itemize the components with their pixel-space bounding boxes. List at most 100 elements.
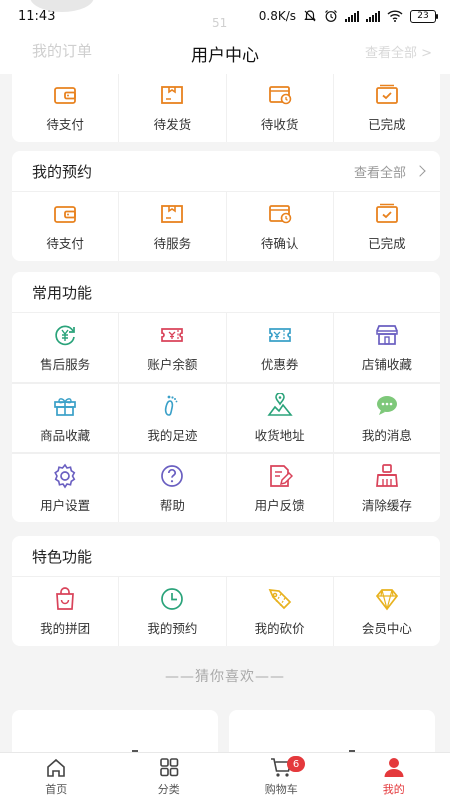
appointment-status-item-label: 待支付 xyxy=(46,236,84,251)
common-functions-title: 常用功能 xyxy=(32,283,93,302)
appointment-status-item[interactable]: 待支付 xyxy=(12,191,119,261)
common-function-item[interactable]: 我的足迹 xyxy=(118,383,226,452)
common-function-item[interactable]: 用户反馈 xyxy=(225,453,333,522)
featured-function-item-label: 我的预约 xyxy=(147,621,198,636)
common-function-item[interactable]: 用户设置 xyxy=(12,453,119,522)
featured-function-item[interactable]: 我的砍价 xyxy=(225,576,333,646)
orders-card: 待支付 待发货 待收货 已完成 xyxy=(12,72,440,142)
featured-function-item[interactable]: 我的预约 xyxy=(118,576,226,646)
appointments-card: 我的预约 查看全部 待支付 待服务 待确认 已完成 xyxy=(12,151,440,261)
completed-box-icon xyxy=(375,203,398,223)
order-status-item-label: 待收货 xyxy=(260,117,299,132)
order-status-item-label: 已完成 xyxy=(368,117,406,132)
coupon-icon xyxy=(268,328,291,342)
appointments-title: 我的预约 xyxy=(32,162,93,181)
bell-muted-icon xyxy=(304,10,316,22)
wallet-icon xyxy=(54,87,77,104)
gift-icon xyxy=(54,397,76,416)
page-title: 用户中心 xyxy=(191,45,259,66)
featured-functions-title: 特色功能 xyxy=(32,547,93,566)
group-bag-icon xyxy=(56,587,75,610)
tab-label: 分类 xyxy=(157,783,180,796)
common-function-item-label: 店铺收藏 xyxy=(361,357,412,372)
common-function-item-label: 收货地址 xyxy=(254,427,305,443)
common-function-item-label: 我的消息 xyxy=(361,427,412,443)
tab-label: 首页 xyxy=(45,783,68,796)
common-function-item[interactable]: 店铺收藏 xyxy=(332,312,440,382)
common-function-item[interactable]: 售后服务 xyxy=(12,312,119,382)
signal-icon xyxy=(345,10,359,22)
appointments-view-all[interactable]: 查看全部 xyxy=(353,162,426,181)
order-status-item-label: 待支付 xyxy=(46,117,84,132)
orders-view-all-ghost[interactable]: 查看全部 > xyxy=(365,42,432,61)
page-header: 我的订单 用户中心 查看全部 > xyxy=(0,32,450,74)
common-function-item[interactable]: 收货地址 xyxy=(225,383,333,452)
truck-clock-icon xyxy=(268,205,291,224)
category-grid-icon xyxy=(159,758,179,777)
truck-clock-icon xyxy=(268,86,291,105)
yen-refresh-icon xyxy=(55,325,75,346)
footprint-icon xyxy=(165,395,178,416)
order-status-item[interactable]: 待收货 xyxy=(225,72,333,142)
tab-category-grid[interactable]: 分类 xyxy=(113,753,226,800)
broom-icon xyxy=(375,463,398,487)
recommend-heading: ——猜你喜欢—— xyxy=(165,669,285,685)
featured-function-item-label: 会员中心 xyxy=(361,621,412,636)
map-pin-icon xyxy=(267,392,293,416)
appointment-status-item-label: 待服务 xyxy=(153,236,192,251)
order-status-item[interactable]: 待发货 xyxy=(118,72,226,142)
battery-indicator: 23 xyxy=(410,9,438,23)
common-function-item[interactable]: 我的消息 xyxy=(332,383,440,452)
order-status-item[interactable]: 待支付 xyxy=(12,72,119,142)
completed-box-icon xyxy=(375,84,398,104)
appointment-status-item[interactable]: 已完成 xyxy=(332,191,440,261)
common-function-item[interactable]: 账户余额 xyxy=(118,312,226,382)
appointment-status-item[interactable]: 待确认 xyxy=(225,191,333,261)
appointment-status-item-label: 待确认 xyxy=(260,236,299,251)
common-function-item-label: 用户设置 xyxy=(40,497,91,513)
bottom-tab-bar: 首页 分类 购物车 6 我的 xyxy=(0,752,450,800)
network-speed: 0.8K/s xyxy=(258,9,296,23)
featured-function-item-label: 我的砍价 xyxy=(254,621,305,636)
order-status-item[interactable]: 已完成 xyxy=(332,72,440,142)
featured-function-item[interactable]: 会员中心 xyxy=(332,576,440,646)
help-icon xyxy=(161,464,184,487)
tab-cart[interactable]: 购物车 6 xyxy=(225,753,338,800)
package-icon xyxy=(161,205,184,223)
common-function-item[interactable]: 商品收藏 xyxy=(12,383,119,452)
orders-ghost-title: 我的订单 xyxy=(32,42,93,60)
background-count: 51 xyxy=(212,16,228,30)
view-all-label: 查看全部 xyxy=(353,165,406,181)
package-icon xyxy=(161,86,184,104)
tab-user[interactable]: 我的 xyxy=(338,753,450,800)
chevron-right-icon xyxy=(414,165,426,177)
order-status-item-label: 待发货 xyxy=(153,117,192,132)
tab-home[interactable]: 首页 xyxy=(0,753,113,800)
common-function-item[interactable]: 优惠券 xyxy=(225,312,333,382)
gear-icon xyxy=(54,463,76,488)
common-function-item-label: 售后服务 xyxy=(40,357,91,372)
common-functions-card: 常用功能 售后服务 账户余额 优惠券 店铺收藏 商品收藏 我的足迹 收货地址 我的消息 用户… xyxy=(12,272,440,522)
clock-icon xyxy=(161,588,184,610)
tab-label: 我的 xyxy=(382,783,405,796)
common-function-item-label: 用户反馈 xyxy=(254,497,305,513)
feedback-icon xyxy=(269,464,293,487)
bargain-tag-icon xyxy=(268,588,291,610)
featured-functions-card: 特色功能 我的拼团 我的预约 我的砍价 会员中心 xyxy=(12,536,440,646)
featured-function-item-label: 我的拼团 xyxy=(40,621,91,636)
message-icon xyxy=(376,395,397,415)
common-function-item-label: 我的足迹 xyxy=(147,427,198,443)
store-icon xyxy=(376,325,398,345)
common-function-item-label: 帮助 xyxy=(159,497,185,513)
common-function-item[interactable]: 帮助 xyxy=(118,453,226,522)
cart-count-badge: 6 xyxy=(287,756,305,772)
featured-function-item[interactable]: 我的拼团 xyxy=(12,576,119,646)
appointment-status-item-label: 已完成 xyxy=(368,236,406,251)
common-function-item-label: 账户余额 xyxy=(147,357,198,372)
common-function-item-label: 清除缓存 xyxy=(361,497,412,513)
signal-hd-icon xyxy=(366,10,380,22)
common-function-item[interactable]: 清除缓存 xyxy=(332,453,440,522)
balance-ticket-icon xyxy=(161,328,184,342)
diamond-icon xyxy=(375,589,398,611)
appointment-status-item[interactable]: 待服务 xyxy=(118,191,226,261)
